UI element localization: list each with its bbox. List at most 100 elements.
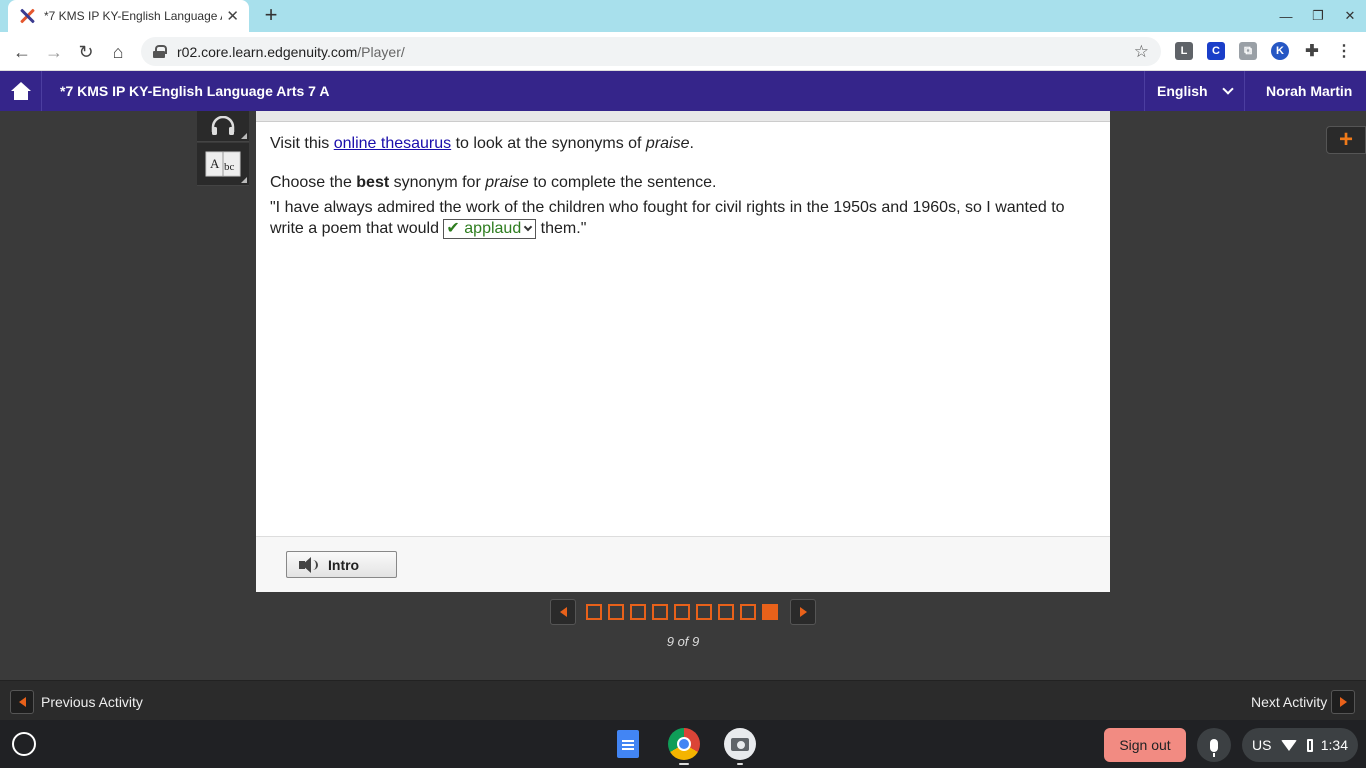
previous-activity-button[interactable] bbox=[10, 690, 34, 714]
browser-toolbar: ← → ↻ ⌂ r02.core.learn.edgenuity.com/Pla… bbox=[0, 32, 1366, 71]
dictionary-book-icon: A bc bbox=[205, 151, 241, 177]
extension-k-icon[interactable]: K bbox=[1271, 42, 1289, 60]
course-header: *7 KMS IP KY-English Language Arts 7 A E… bbox=[0, 71, 1366, 111]
forward-arrow-icon[interactable]: → bbox=[41, 39, 67, 65]
minimize-icon[interactable]: — bbox=[1270, 0, 1302, 32]
chevron-down-icon bbox=[1222, 83, 1234, 95]
next-page-button[interactable] bbox=[790, 599, 816, 625]
wifi-icon bbox=[1281, 739, 1298, 751]
close-tab-icon[interactable]: ✕ bbox=[226, 7, 239, 25]
arrow-left-icon bbox=[18, 697, 26, 707]
content-top-bar bbox=[256, 111, 1110, 122]
microphone-icon bbox=[1210, 738, 1218, 757]
speaker-icon bbox=[299, 556, 319, 573]
page-indicator-6[interactable] bbox=[696, 604, 712, 620]
answer-value: applaud bbox=[464, 220, 522, 237]
question-area: Visit this online thesaurus to look at t… bbox=[270, 133, 1100, 257]
tool-corner-indicator bbox=[241, 177, 247, 183]
language-select[interactable]: English bbox=[1144, 71, 1245, 111]
target-word: praise bbox=[485, 174, 529, 191]
expand-tools-button[interactable]: + bbox=[1326, 126, 1366, 154]
page-indicator-9[interactable] bbox=[762, 604, 778, 620]
extension-c-icon[interactable]: C bbox=[1207, 42, 1225, 60]
camera-icon bbox=[724, 728, 756, 760]
url-path: /Player/ bbox=[357, 43, 405, 60]
os-shelf: Sign out US 1:34 bbox=[0, 720, 1366, 768]
user-name[interactable]: Norah Martin bbox=[1266, 83, 1352, 99]
next-activity-button[interactable] bbox=[1331, 690, 1355, 714]
tool-corner-indicator bbox=[241, 133, 247, 139]
page-indicator-2[interactable] bbox=[608, 604, 624, 620]
google-docs-app[interactable] bbox=[612, 728, 644, 760]
page-count: 9 of 9 bbox=[666, 634, 700, 649]
chrome-app[interactable] bbox=[668, 728, 700, 760]
intro-audio-button[interactable]: Intro bbox=[286, 551, 397, 578]
running-indicator bbox=[737, 763, 743, 765]
camera-app[interactable] bbox=[724, 728, 756, 760]
instruction-line-1: Visit this online thesaurus to look at t… bbox=[270, 135, 694, 152]
running-indicator bbox=[679, 763, 689, 765]
browser-tab-strip: *7 KMS IP KY-English Language Arts 7 A ✕… bbox=[0, 0, 1366, 32]
arrow-left-icon bbox=[559, 607, 567, 617]
extension-l-icon[interactable]: L bbox=[1175, 42, 1193, 60]
audio-tool-button[interactable] bbox=[197, 111, 249, 142]
tab-title: *7 KMS IP KY-English Language Arts 7 A bbox=[44, 9, 222, 23]
emphasis-best: best bbox=[356, 174, 390, 191]
svg-text:bc: bc bbox=[224, 161, 235, 173]
headphones-icon bbox=[211, 116, 235, 135]
lock-icon bbox=[153, 45, 167, 58]
page-indicator-7[interactable] bbox=[718, 604, 734, 620]
dictionary-tool-button[interactable]: A bc bbox=[197, 143, 249, 186]
reload-icon[interactable]: ↻ bbox=[73, 39, 99, 65]
activity-nav-bar: Previous Activity Next Activity bbox=[0, 680, 1366, 720]
online-thesaurus-link[interactable]: online thesaurus bbox=[334, 135, 451, 152]
language-label: English bbox=[1157, 83, 1208, 99]
close-window-icon[interactable]: ✕ bbox=[1334, 0, 1366, 32]
question-sentence: "I have always admired the work of the c… bbox=[270, 199, 1065, 239]
activity-content: Visit this online thesaurus to look at t… bbox=[256, 111, 1110, 592]
answer-dropdown[interactable]: ✔ applaud bbox=[443, 219, 537, 239]
new-tab-button[interactable]: + bbox=[259, 4, 283, 28]
page-indicator-1[interactable] bbox=[586, 604, 602, 620]
launcher-icon[interactable] bbox=[12, 732, 36, 756]
status-tray[interactable]: US 1:34 bbox=[1242, 728, 1358, 762]
home-icon[interactable]: ⌂ bbox=[105, 39, 131, 65]
microphone-button[interactable] bbox=[1197, 728, 1231, 762]
previous-activity-label[interactable]: Previous Activity bbox=[41, 694, 143, 710]
course-home-button[interactable] bbox=[0, 71, 42, 111]
extensions-puzzle-icon[interactable]: ✚ bbox=[1303, 42, 1321, 60]
extension-copy-icon[interactable]: ⧉ bbox=[1239, 42, 1257, 60]
back-arrow-icon[interactable]: ← bbox=[9, 39, 35, 65]
previous-page-button[interactable] bbox=[550, 599, 576, 625]
browser-tab[interactable]: *7 KMS IP KY-English Language Arts 7 A ✕ bbox=[8, 0, 249, 32]
bookmark-star-icon[interactable]: ☆ bbox=[1134, 42, 1149, 62]
page-indicator-3[interactable] bbox=[630, 604, 646, 620]
content-footer: Intro bbox=[256, 536, 1110, 592]
url-host: r02.core.learn.edgenuity.com bbox=[177, 43, 358, 60]
restore-icon[interactable]: ❐ bbox=[1302, 0, 1334, 32]
svg-text:A: A bbox=[210, 156, 220, 171]
chevron-down-icon bbox=[523, 222, 533, 232]
intro-label: Intro bbox=[328, 556, 360, 573]
page-indicator-8[interactable] bbox=[740, 604, 756, 620]
edgenuity-favicon-icon bbox=[18, 7, 36, 25]
target-word: praise bbox=[645, 135, 690, 152]
house-icon bbox=[10, 82, 31, 100]
page-indicator-5[interactable] bbox=[674, 604, 690, 620]
chrome-icon bbox=[668, 728, 700, 760]
arrow-right-icon bbox=[1339, 697, 1347, 707]
window-controls: — ❐ ✕ bbox=[1270, 0, 1366, 32]
arrow-right-icon bbox=[799, 607, 807, 617]
browser-menu-icon[interactable]: ⋮ bbox=[1335, 42, 1353, 60]
keyboard-layout: US bbox=[1252, 737, 1272, 753]
instruction-line-2: Choose the best synonym for praise to co… bbox=[270, 174, 717, 191]
page-indicator-4[interactable] bbox=[652, 604, 668, 620]
course-title: *7 KMS IP KY-English Language Arts 7 A bbox=[60, 83, 330, 99]
clock-time: 1:34 bbox=[1320, 737, 1348, 753]
sign-out-button[interactable]: Sign out bbox=[1104, 728, 1186, 762]
next-activity-label[interactable]: Next Activity bbox=[1251, 694, 1327, 710]
correct-check-icon: ✔ bbox=[446, 220, 460, 237]
docs-icon bbox=[617, 730, 639, 758]
battery-icon bbox=[1307, 738, 1313, 752]
address-bar[interactable]: r02.core.learn.edgenuity.com/Player/ ☆ bbox=[141, 37, 1161, 66]
